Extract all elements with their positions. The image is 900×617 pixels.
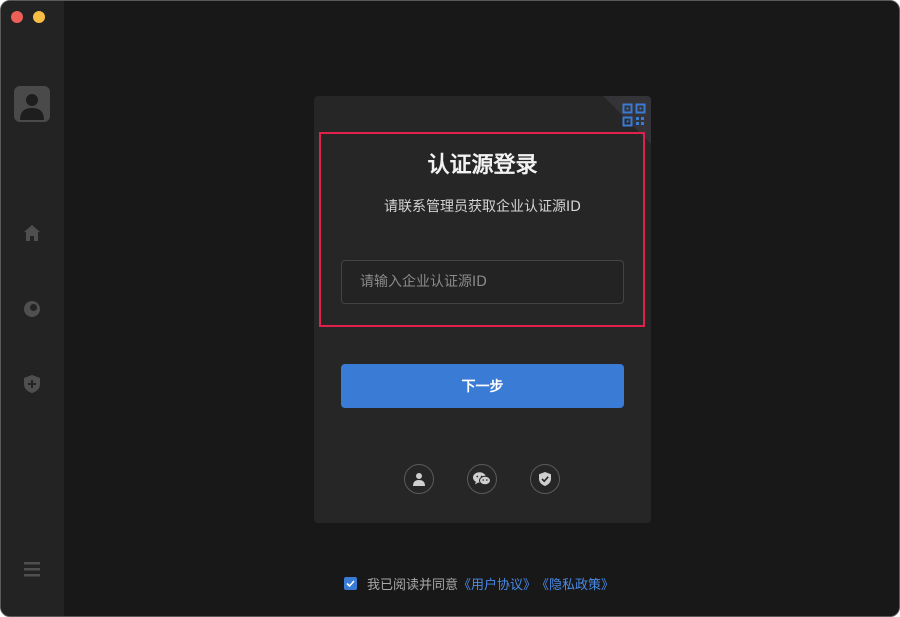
sidebar-item-circle[interactable] xyxy=(21,298,43,320)
account-login-button[interactable] xyxy=(404,464,434,494)
agreement-text: 我已阅读并同意 xyxy=(367,578,459,593)
app-window: 认证源登录 请联系管理员获取企业认证源ID 下一步 xyxy=(0,0,900,617)
sidebar-item-home[interactable] xyxy=(21,222,43,244)
hamburger-icon xyxy=(24,562,40,577)
privacy-policy-link[interactable]: 《隐私政策》 xyxy=(536,574,614,593)
user-icon xyxy=(413,473,425,486)
qr-code-icon[interactable] xyxy=(622,103,646,127)
sidebar xyxy=(1,1,64,616)
sidebar-item-shield[interactable] xyxy=(21,373,43,395)
check-icon xyxy=(346,580,355,588)
agreement-row: 我已阅读并同意 《用户协议》 《隐私政策》 xyxy=(344,574,614,593)
home-icon xyxy=(24,225,40,241)
shield-check-icon xyxy=(539,472,551,486)
shield-plus-icon xyxy=(24,375,40,393)
auth-source-id-input[interactable] xyxy=(341,260,624,304)
minimize-button[interactable] xyxy=(33,11,45,23)
user-icon xyxy=(20,94,44,120)
close-button[interactable] xyxy=(11,11,23,23)
user-agreement-link[interactable]: 《用户协议》 xyxy=(458,574,536,593)
agreement-checkbox[interactable] xyxy=(344,577,357,590)
sidebar-item-menu[interactable] xyxy=(21,558,43,580)
wechat-login-button[interactable] xyxy=(467,464,497,494)
page-subtitle: 请联系管理员获取企业认证源ID xyxy=(384,199,581,215)
page-title: 认证源登录 xyxy=(427,153,538,178)
next-button[interactable]: 下一步 xyxy=(341,364,624,408)
circle-icon xyxy=(24,301,40,317)
wechat-icon xyxy=(473,472,491,486)
security-login-button[interactable] xyxy=(530,464,560,494)
avatar[interactable] xyxy=(14,86,50,122)
